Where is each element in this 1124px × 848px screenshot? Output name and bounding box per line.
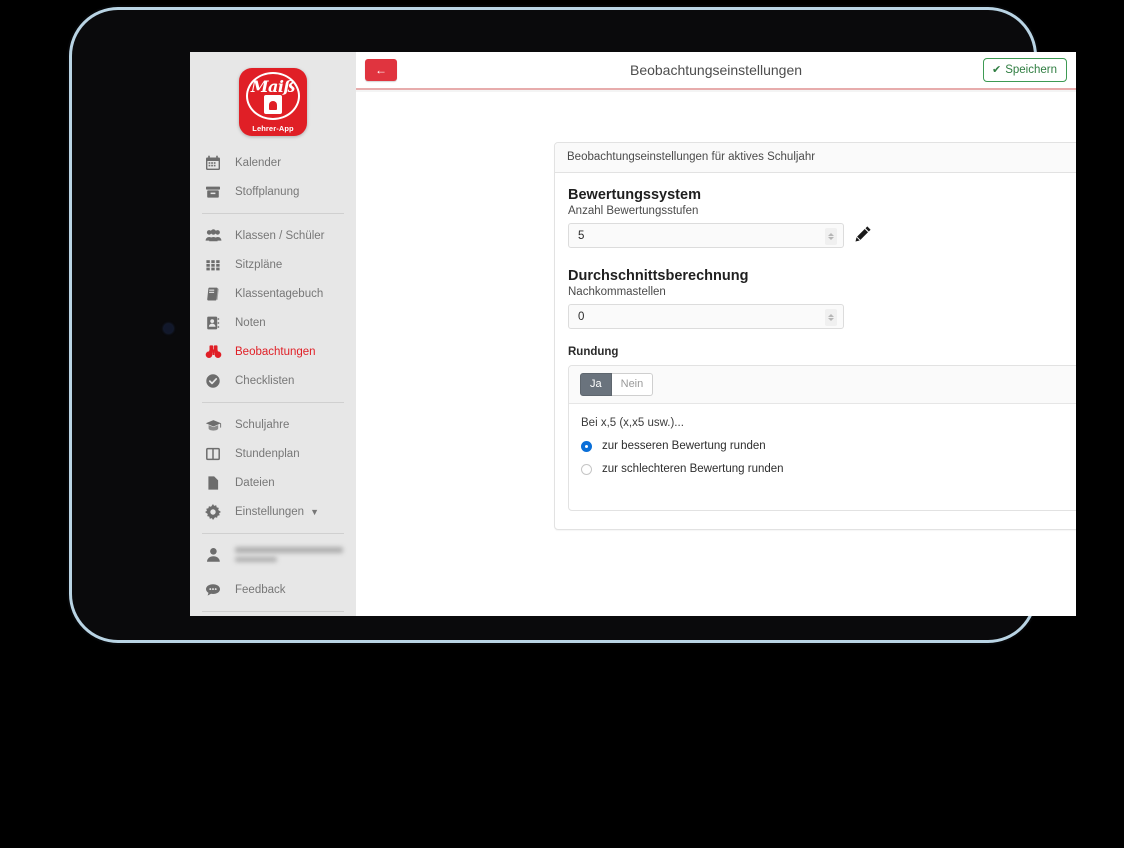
sidebar-divider-2	[202, 402, 344, 403]
main-region: ← Beobachtungseinstellungen ✔ Speichern …	[356, 52, 1076, 616]
sidebar-item-label: Dateien	[235, 476, 275, 489]
sidebar-item-feedback[interactable]: Feedback	[190, 575, 356, 604]
file-icon	[202, 474, 224, 492]
sidebar-item-label: Sitzpläne	[235, 258, 283, 271]
sidebar-item-schuljahre[interactable]: Schuljahre	[190, 410, 356, 439]
sidebar-item-beobachtungen[interactable]: Beobachtungen	[190, 337, 356, 366]
logo-book-icon	[264, 95, 282, 114]
card-header: Beobachtungseinstellungen für aktives Sc…	[555, 143, 1076, 173]
content-scroll-area: Beobachtungseinstellungen für aktives Sc…	[356, 92, 1076, 616]
rounding-option-worse[interactable]: zur schlechteren Bewertung runden	[581, 463, 1076, 475]
rating-levels-stepper[interactable]	[825, 228, 837, 245]
sidebar-item-label: Noten	[235, 316, 266, 329]
sidebar-item-label: Beobachtungen	[235, 345, 316, 358]
sidebar-item-klassentagebuch[interactable]: Klassentagebuch	[190, 279, 356, 308]
save-button[interactable]: ✔ Speichern	[982, 58, 1067, 82]
decimal-places-stepper[interactable]	[825, 309, 837, 326]
sidebar-item-account[interactable]	[190, 541, 356, 575]
sidebar-item-stoffplanung[interactable]: Stoffplanung	[190, 177, 356, 206]
sidebar-item-einstellungen[interactable]: Einstellungen ▼	[190, 497, 356, 526]
page-title: Beobachtungseinstellungen	[629, 62, 803, 78]
sidebar-item-kalender[interactable]: Kalender	[190, 148, 356, 177]
rating-levels-value: 5	[578, 229, 585, 242]
rounding-toggle-group: Ja Nein	[580, 373, 654, 396]
sidebar-item-label: Schuljahre	[235, 418, 290, 431]
rounding-option-better-label: zur besseren Bewertung runden	[602, 440, 766, 452]
rounding-heading: Rundung	[568, 346, 619, 358]
decimal-places-input[interactable]: 0	[568, 304, 844, 329]
top-bar: ← Beobachtungseinstellungen ✔ Speichern	[356, 52, 1076, 90]
rounding-option-better[interactable]: zur besseren Bewertung runden	[581, 440, 1076, 452]
sidebar-item-klassen-schueler[interactable]: Klassen / Schüler	[190, 221, 356, 250]
chat-icon	[202, 581, 224, 599]
binoculars-icon	[202, 343, 224, 361]
sidebar-item-label: Stoffplanung	[235, 185, 300, 198]
arrow-left-icon: ←	[375, 63, 387, 77]
account-redacted-text	[235, 547, 343, 562]
logo-caption: Lehrer-App	[252, 124, 294, 133]
rounding-note: Bei x,5 (x,x5 usw.)...	[581, 417, 684, 429]
sidebar-item-label: Checklisten	[235, 374, 295, 387]
sidebar-item-checklisten[interactable]: Checklisten	[190, 366, 356, 395]
user-icon	[202, 546, 224, 564]
sidebar-item-label: Einstellungen	[235, 505, 305, 518]
sidebar-divider-3	[202, 533, 344, 534]
rounding-panel-body: Bei x,5 (x,x5 usw.)... zur besseren Bewe…	[569, 404, 1076, 510]
sidebar-item-label: Feedback	[235, 583, 286, 596]
back-button[interactable]: ←	[365, 59, 397, 81]
sidebar-divider-4	[202, 611, 344, 612]
rounding-panel-head: Ja Nein	[569, 366, 1076, 404]
sidebar-item-label: Klassentagebuch	[235, 287, 324, 300]
front-camera	[164, 324, 173, 333]
tablet-device-frame: Maiß Lehrer-App Kalender Stoffplanung Kl…	[72, 10, 1076, 640]
rounding-option-worse-label: zur schlechteren Bewertung runden	[602, 463, 784, 475]
app-logo: Maiß Lehrer-App	[239, 68, 307, 136]
rating-system-title: Bewertungssystem	[568, 187, 701, 203]
sidebar-item-sitzplaene[interactable]: Sitzpläne	[190, 250, 356, 279]
contact-book-icon	[202, 314, 224, 332]
rating-levels-input[interactable]: 5	[568, 223, 844, 248]
sidebar-item-noten[interactable]: Noten	[190, 308, 356, 337]
check-icon: ✔	[991, 64, 1002, 76]
sidebar-item-label: Stundenplan	[235, 447, 300, 460]
sidebar-item-stundenplan[interactable]: Stundenplan	[190, 439, 356, 468]
users-icon	[202, 227, 224, 245]
account-detail-redacted	[235, 557, 277, 562]
account-name-redacted	[235, 547, 343, 553]
card-body: Bewertungssystem Anzahl Bewertungsstufen…	[555, 173, 1076, 529]
calendar-icon	[202, 154, 224, 172]
radio-better-icon[interactable]	[581, 440, 592, 452]
average-calc-label: Nachkommastellen	[568, 286, 666, 298]
sidebar-item-dateien[interactable]: Dateien	[190, 468, 356, 497]
archive-icon	[202, 183, 224, 201]
columns-icon	[202, 445, 224, 463]
check-circle-icon	[202, 372, 224, 390]
radio-worse-icon[interactable]	[581, 463, 592, 475]
sidebar-item-label: Kalender	[235, 156, 282, 169]
sidebar-divider-1	[202, 213, 344, 214]
logo-wordmark: Maiß	[250, 77, 296, 96]
rating-system-row: 5	[568, 223, 1076, 248]
rounding-toggle-no[interactable]: Nein	[611, 373, 654, 396]
pencil-icon[interactable]	[855, 225, 872, 247]
average-calc-row: 0	[568, 304, 1076, 329]
grid-icon	[202, 256, 224, 274]
rounding-panel: Ja Nein Bei x,5 (x,x5 usw.)... zur besse…	[568, 365, 1076, 511]
device-screen: Maiß Lehrer-App Kalender Stoffplanung Kl…	[190, 52, 1076, 616]
graduation-cap-icon	[202, 416, 224, 434]
decimal-places-value: 0	[578, 310, 585, 323]
sidebar-item-label: Klassen / Schüler	[235, 229, 325, 242]
rating-system-label: Anzahl Bewertungsstufen	[568, 205, 699, 217]
book-icon	[202, 285, 224, 303]
settings-card: Beobachtungseinstellungen für aktives Sc…	[554, 142, 1076, 530]
chevron-down-icon: ▼	[310, 506, 319, 517]
save-button-label: Speichern	[1005, 63, 1057, 76]
average-calc-title: Durchschnittsberechnung	[568, 268, 749, 284]
sidebar: Maiß Lehrer-App Kalender Stoffplanung Kl…	[190, 52, 356, 616]
rounding-toggle-yes[interactable]: Ja	[580, 373, 612, 396]
gear-icon	[202, 503, 224, 521]
